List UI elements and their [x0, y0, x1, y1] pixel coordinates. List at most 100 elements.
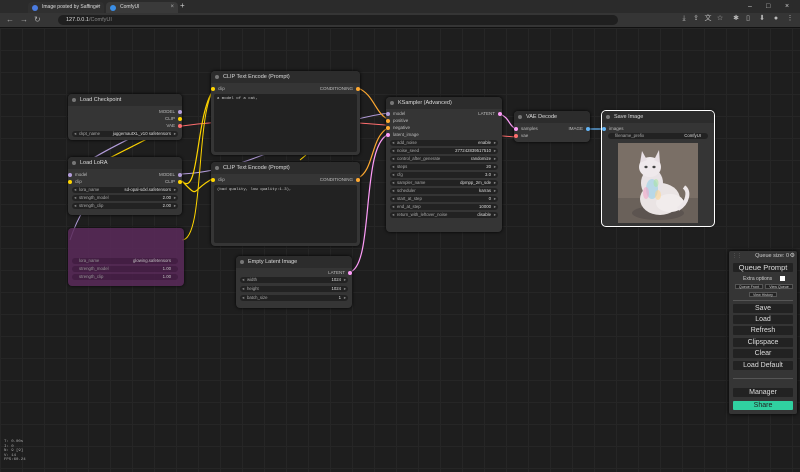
arrow-left-icon[interactable]: ◂ [392, 180, 394, 186]
collapse-dot-icon[interactable] [215, 166, 219, 170]
strength-clip-number[interactable]: ◂ strength_clip 2.00 ▸ [72, 203, 178, 209]
output-conditioning[interactable]: CONDITIONING [320, 86, 360, 92]
output-vae[interactable]: VAE [166, 123, 182, 129]
start-at-step-number[interactable]: ◂ start_at_step 0 ▸ [390, 196, 498, 202]
input-model[interactable]: model [68, 172, 87, 178]
node-clip-text-encode-positive[interactable]: CLIP Text Encode (Prompt) clip CONDITION… [211, 71, 360, 155]
output-image[interactable]: IMAGE [568, 126, 590, 132]
arrow-right-icon[interactable]: ▸ [494, 212, 496, 218]
load-button[interactable]: Load [733, 315, 793, 324]
node-ksampler-advanced[interactable]: KSampler (Advanced) model positive negat… [386, 97, 502, 232]
reload-icon[interactable]: ↻ [34, 14, 41, 26]
pin-icon[interactable] [356, 178, 360, 182]
collapse-dot-icon[interactable] [72, 161, 76, 165]
filename-prefix-text[interactable]: filename_prefix ComfyUI [608, 133, 708, 139]
output-latent[interactable]: LATENT [328, 270, 352, 276]
generated-image-preview[interactable] [618, 143, 698, 223]
back-icon[interactable]: ← [6, 14, 14, 26]
arrow-right-icon[interactable]: ▸ [344, 295, 346, 301]
forward-icon[interactable]: → [20, 14, 28, 26]
node-load-lora[interactable]: Load LoRA model clip MODEL CLIP ◂ lora_na… [68, 157, 182, 215]
arrow-right-icon[interactable]: ▸ [494, 172, 496, 178]
share-button[interactable]: Share [733, 401, 793, 410]
input-positive[interactable]: positive [386, 118, 408, 124]
share-icon[interactable]: ⇪ [692, 15, 700, 23]
arrow-left-icon[interactable]: ◂ [392, 172, 394, 178]
control-after-generate-combo[interactable]: ◂ control_after_generate randomize ▸ [390, 156, 498, 162]
extensions-icon[interactable]: ✱ [732, 15, 740, 23]
arrow-right-icon[interactable]: ▸ [494, 140, 496, 146]
pin-icon[interactable] [386, 126, 390, 130]
pin-icon[interactable] [386, 119, 390, 123]
arrow-left-icon[interactable]: ◂ [392, 212, 394, 218]
save-button[interactable]: Save [733, 304, 793, 313]
url-input[interactable]: 127.0.0.1/ComfyUI [58, 15, 618, 25]
output-latent[interactable]: LATENT [478, 111, 502, 117]
close-tab-icon[interactable]: × [170, 2, 174, 13]
minimize-button[interactable]: – [748, 0, 752, 13]
pin-icon[interactable] [68, 173, 72, 177]
download-icon[interactable]: ⤓ [680, 15, 688, 23]
pin-icon[interactable] [211, 178, 215, 182]
collapse-dot-icon[interactable] [215, 75, 219, 79]
queue-front-button[interactable]: Queue Front [735, 284, 763, 289]
input-vae[interactable]: vae [514, 133, 528, 139]
arrow-right-icon[interactable]: ▸ [174, 203, 176, 209]
arrow-left-icon[interactable]: ◂ [242, 277, 244, 283]
batch-size-number[interactable]: ◂ batch_size 1 ▸ [240, 295, 348, 301]
input-images[interactable]: images [602, 126, 624, 132]
node-save-image[interactable]: Save Image images filename_prefix ComfyUI [601, 110, 715, 227]
browser-tab-comfyui[interactable]: ComfyUI × [106, 2, 178, 13]
arrow-left-icon[interactable]: ◂ [392, 188, 394, 194]
input-clip[interactable]: clip [68, 179, 82, 185]
node-title[interactable]: CLIP Text Encode (Prompt) [211, 71, 360, 83]
pin-icon[interactable] [178, 124, 182, 128]
scheduler-combo[interactable]: ◂ scheduler karras ▸ [390, 188, 498, 194]
arrow-left-icon[interactable]: ◂ [242, 295, 244, 301]
sampler-name-combo[interactable]: ◂ sampler_name dpmpp_2m_sde ▸ [390, 180, 498, 186]
strength-model-number[interactable]: strength_model 1.00 [72, 266, 178, 272]
strength-clip-number[interactable]: strength_clip 1.00 [72, 274, 178, 280]
downloads-icon[interactable]: ⬇ [758, 15, 766, 23]
pin-icon[interactable] [178, 117, 182, 121]
new-tab-button[interactable]: + [180, 1, 185, 10]
maximize-button[interactable]: □ [766, 0, 770, 13]
arrow-right-icon[interactable]: ▸ [494, 156, 496, 162]
arrow-left-icon[interactable]: ◂ [74, 187, 76, 193]
input-samples[interactable]: samples [514, 126, 538, 132]
browser-tab-reddit[interactable]: Image posted by Saffinger × [28, 2, 104, 13]
node-title[interactable]: Empty Latent Image [236, 256, 352, 268]
arrow-left-icon[interactable]: ◂ [392, 156, 394, 162]
cfg-number[interactable]: ◂ cfg 3.0 ▸ [390, 172, 498, 178]
collapse-dot-icon[interactable] [518, 115, 522, 119]
load-default-button[interactable]: Load Default [733, 361, 793, 370]
pin-icon[interactable] [498, 112, 502, 116]
arrow-left-icon[interactable]: ◂ [392, 204, 394, 210]
close-window-button[interactable]: × [785, 0, 789, 13]
arrow-right-icon[interactable]: ▸ [174, 195, 176, 201]
pin-icon[interactable] [178, 110, 182, 114]
clipspace-button[interactable]: Clipspace [733, 338, 793, 347]
browser-menu-icon[interactable]: ⋮ [786, 15, 794, 23]
sidepanel-icon[interactable]: ▯ [744, 15, 752, 23]
input-model[interactable]: model [386, 111, 405, 117]
ckpt-name-combo[interactable]: ◂ ckpt_name juggernautXL_v10 safetensors… [72, 131, 178, 137]
add-noise-combo[interactable]: ◂ add_noise enable ▸ [390, 140, 498, 146]
end-at-step-number[interactable]: ◂ end_at_step 10000 ▸ [390, 204, 498, 210]
collapse-dot-icon[interactable] [240, 260, 244, 264]
arrow-right-icon[interactable]: ▸ [344, 277, 346, 283]
pin-icon[interactable] [514, 127, 518, 131]
input-negative[interactable]: negative [386, 125, 410, 131]
extra-options-checkbox[interactable] [780, 276, 785, 281]
steps-number[interactable]: ◂ steps 20 ▸ [390, 164, 498, 170]
arrow-right-icon[interactable]: ▸ [494, 204, 496, 210]
arrow-left-icon[interactable]: ◂ [242, 286, 244, 292]
width-number[interactable]: ◂ width 1024 ▸ [240, 277, 348, 283]
arrow-right-icon[interactable]: ▸ [344, 286, 346, 292]
profile-icon[interactable]: ● [772, 15, 780, 23]
view-queue-button[interactable]: View Queue [765, 284, 793, 289]
pin-icon[interactable] [586, 127, 590, 131]
height-number[interactable]: ◂ height 1024 ▸ [240, 286, 348, 292]
arrow-left-icon[interactable]: ◂ [392, 164, 394, 170]
translate-icon[interactable]: 文 [704, 15, 712, 23]
